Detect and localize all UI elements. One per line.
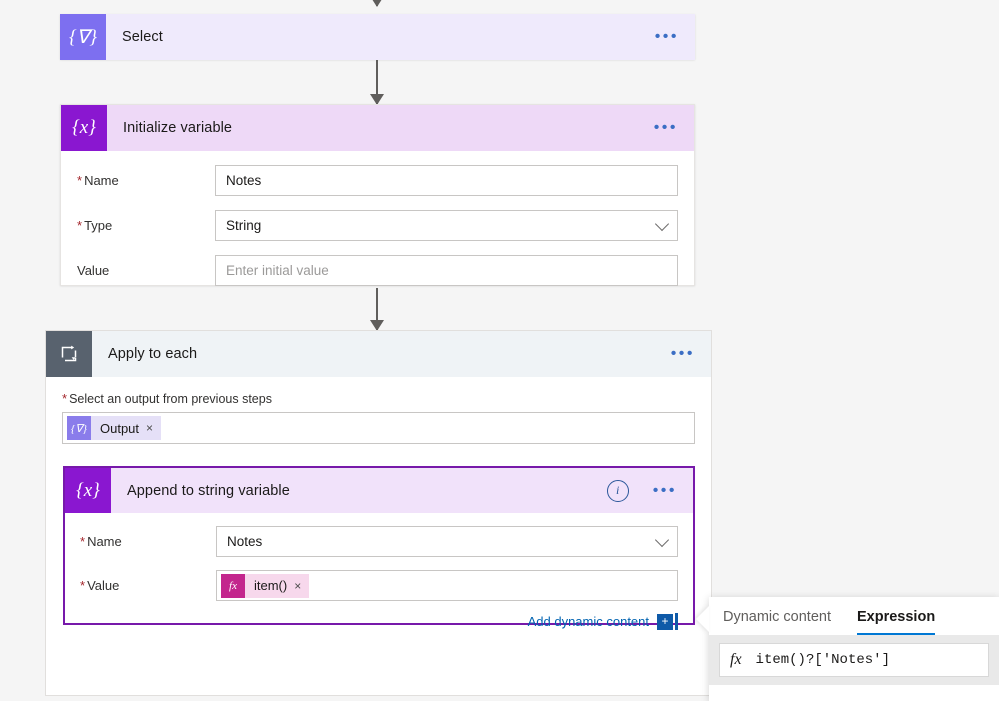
variable-braces-icon: {x} (65, 468, 111, 513)
required-asterisk: * (77, 218, 83, 233)
apply-to-each-more-commands-button[interactable]: ••• (655, 346, 711, 362)
connector-arrow-into-select (376, 0, 378, 6)
required-asterisk: * (80, 578, 86, 593)
apply-to-each-header[interactable]: Apply to each ••• (46, 331, 711, 377)
append-value-row: * Value fx item() × (80, 570, 678, 601)
initialize-variable-card-header[interactable]: {x} Initialize variable ••• (61, 105, 694, 151)
add-dynamic-content-plus-button[interactable]: + (657, 613, 673, 630)
add-dynamic-content-row: Add dynamic content + (80, 613, 678, 630)
initialize-value-placeholder: Enter initial value (226, 263, 329, 278)
loop-arrow-glyph (61, 345, 77, 362)
initialize-icon-glyph: {x} (72, 117, 96, 138)
loop-arrow-icon (46, 331, 92, 377)
initialize-type-label: * Type (77, 218, 113, 233)
token-label: Output (100, 420, 140, 436)
expression-editor-input[interactable]: fx item()?['Notes'] (719, 643, 989, 677)
initialize-variable-card-title: Initialize variable (123, 120, 233, 136)
select-braces-icon: {∇} (60, 14, 106, 60)
initialize-value-row: Value Enter initial value (77, 255, 678, 286)
append-value-input[interactable]: fx item() × (216, 570, 678, 601)
action-card-initialize-variable[interactable]: {x} Initialize variable ••• * Name Notes … (60, 104, 695, 286)
append-more-commands-button[interactable]: ••• (637, 482, 693, 498)
info-icon[interactable]: i (606, 479, 629, 502)
append-name-value: Notes (227, 534, 263, 549)
required-asterisk: * (62, 391, 68, 406)
remove-token-icon[interactable]: × (294, 579, 309, 593)
expression-editor-band: fx item()?['Notes'] (709, 635, 999, 685)
apply-to-each-body: * Select an output from previous steps {∇… (46, 377, 711, 444)
select-card-title: Select (122, 29, 163, 45)
tab-dynamic-content[interactable]: Dynamic content (723, 609, 831, 635)
fx-icon: fx (730, 651, 742, 668)
append-value-label: * Value (80, 578, 120, 593)
fx-icon-glyph: fx (229, 579, 237, 592)
append-name-label: * Name (80, 534, 122, 549)
expression-token-label: item() (254, 578, 288, 593)
variable-braces-icon: {x} (61, 105, 107, 151)
apply-to-each-output-input[interactable]: {∇} Output × (62, 412, 695, 444)
expression-editor-value: item()?['Notes'] (755, 652, 890, 668)
action-card-append-to-string-variable[interactable]: {x} Append to string variable i ••• * Nam… (63, 466, 695, 630)
select-braces-icon: {∇} (67, 416, 91, 440)
append-card-header[interactable]: {x} Append to string variable i ••• (65, 468, 693, 513)
apply-to-each-output-label: * Select an output from previous steps (62, 391, 272, 406)
initialize-variable-body: * Name Notes * Type String Value Enter i… (61, 151, 694, 302)
connector-arrow-initialize-to-loop (376, 288, 378, 330)
action-card-apply-to-each[interactable]: Apply to each ••• * Select an output from… (45, 330, 712, 696)
add-dynamic-content-caret (675, 613, 678, 630)
required-asterisk: * (80, 534, 86, 549)
apply-to-each-title: Apply to each (108, 346, 198, 362)
chevron-down-icon (654, 216, 670, 231)
chevron-down-icon (654, 532, 670, 547)
token-icon-glyph: {∇} (70, 422, 88, 435)
fx-icon: fx (221, 573, 245, 598)
initialize-name-value: Notes (226, 173, 262, 188)
append-card-title: Append to string variable (127, 482, 290, 499)
append-card-body: * Name Notes * Value fx item() × Add dyn… (65, 513, 693, 630)
action-card-select[interactable]: {∇} Select ••• (60, 14, 695, 60)
add-dynamic-content-link[interactable]: Add dynamic content (528, 614, 649, 629)
flyout-pointer (696, 606, 709, 632)
required-asterisk: * (77, 173, 83, 188)
initialize-name-row: * Name Notes (77, 165, 678, 196)
select-more-commands-button[interactable]: ••• (639, 29, 695, 45)
initialize-type-row: * Type String (77, 210, 678, 241)
dynamic-content-flyout[interactable]: Dynamic content Expression fx item()?['N… (696, 597, 999, 701)
flow-designer-canvas: {∇} Select ••• {x} Initialize variable •… (0, 0, 999, 701)
select-card-header[interactable]: {∇} Select ••• (60, 14, 695, 60)
connector-arrow-select-to-initialize (376, 60, 378, 104)
initialize-name-label: * Name (77, 173, 119, 188)
initialize-name-input[interactable]: Notes (215, 165, 678, 196)
expression-token-item[interactable]: fx item() × (221, 573, 310, 598)
dynamic-token-output[interactable]: {∇} Output × (67, 416, 162, 440)
select-icon-glyph: {∇} (69, 26, 97, 48)
remove-token-icon[interactable]: × (146, 421, 161, 435)
initialize-type-value: String (226, 218, 262, 233)
initialize-value-label: Value (77, 263, 110, 278)
append-name-row: * Name Notes (80, 526, 678, 557)
append-icon-glyph: {x} (76, 479, 100, 501)
tab-expression[interactable]: Expression (857, 609, 936, 635)
append-name-dropdown[interactable]: Notes (216, 526, 678, 557)
flyout-tabs: Dynamic content Expression (709, 597, 999, 635)
initialize-type-dropdown[interactable]: String (215, 210, 678, 241)
initialize-value-input[interactable]: Enter initial value (215, 255, 678, 286)
initialize-variable-more-commands-button[interactable]: ••• (638, 120, 694, 136)
